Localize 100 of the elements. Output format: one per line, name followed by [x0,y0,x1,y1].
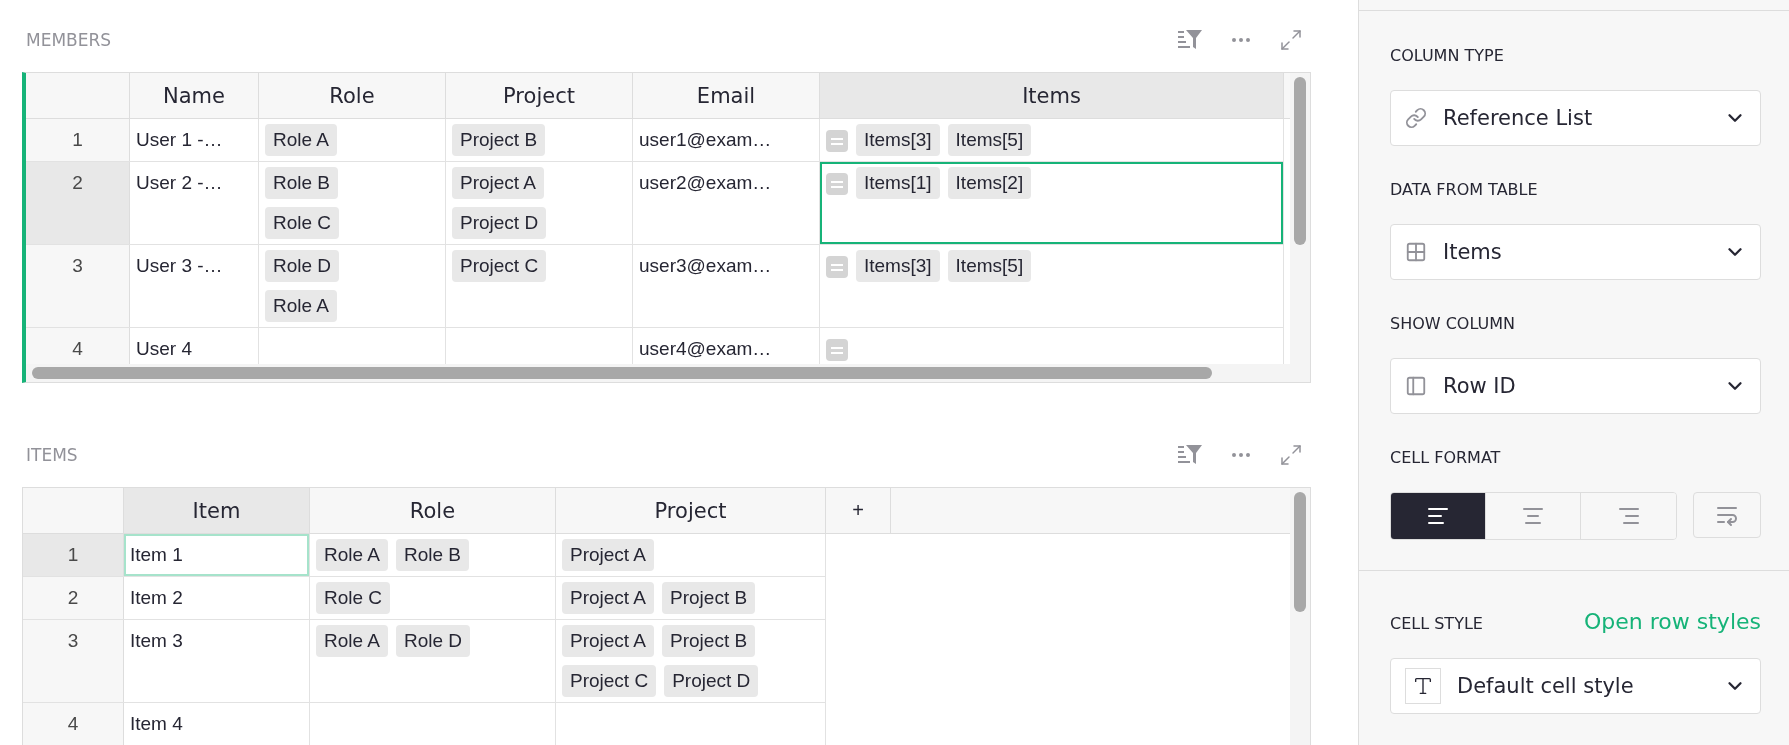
cell-text: Item 3 [130,629,183,653]
reference-chip: Items[3] [856,250,940,282]
table-cell[interactable]: Role B Role C [259,162,446,244]
reference-chip: Items[5] [947,124,1032,156]
reference-list-icon [826,173,848,195]
reference-chip: Project B [452,124,546,156]
table-icon [1405,241,1427,263]
table-cell[interactable]: Project B [446,119,633,161]
alignment-control[interactable] [1390,492,1677,540]
reference-chip: Project B [662,625,756,657]
reference-chip: Role D [265,250,340,282]
column-header[interactable]: Items [820,73,1284,118]
cursor-cell[interactable]: Item 1 [124,534,310,576]
table-cell[interactable]: Role D Role A [259,245,446,327]
table-cell[interactable]: Item 4 [124,703,310,745]
table-cell[interactable]: User 3 -… [130,245,259,327]
reference-chip: Role A [265,290,337,322]
column-icon [1405,375,1427,397]
reference-chip: Role A [265,124,337,156]
cell-text: user4@exam… [639,337,772,361]
table-cell[interactable]: Role A [259,119,446,161]
table-cell[interactable]: Project A Project D [446,162,633,244]
row-number[interactable]: 2 [23,577,124,619]
sort-filter-icon[interactable] [1177,443,1203,467]
table-cell[interactable]: Item 3 [124,620,310,702]
table-cell[interactable]: Project A Project B Project C Project D [556,620,826,702]
cell-text: User 2 -… [136,171,223,195]
reference-chip: Project C [562,665,657,697]
table-cell[interactable]: user3@exam… [633,245,820,327]
reference-chip: Project D [452,207,547,239]
vertical-scrollbar[interactable] [1290,488,1310,745]
cell-text: user2@exam… [639,171,772,195]
cell-text: Item 2 [130,586,183,610]
reference-chip: Project A [452,167,545,199]
reference-chip: Role B [265,167,339,199]
horizontal-scrollbar[interactable] [26,364,1290,382]
table-cell[interactable]: user1@exam… [633,119,820,161]
row-number[interactable]: 4 [23,703,124,745]
section-title: MEMBERS [26,30,112,50]
cell-text: user1@exam… [639,128,772,152]
field-label: CELL FORMAT [1390,448,1502,468]
reference-list-icon [826,130,848,152]
row-number[interactable]: 2 [26,162,130,244]
cell-style-dropdown[interactable]: Default cell style [1390,658,1761,714]
show-column-dropdown[interactable]: Row ID [1390,358,1761,414]
text-style-icon [1405,668,1441,704]
cell-text: User 1 -… [136,128,223,152]
vertical-scrollbar[interactable] [1290,73,1310,382]
reference-chip: Project A [562,539,655,571]
table-cell[interactable]: Role A Role B [310,534,556,576]
reference-chip: Role C [265,207,340,239]
table-cell[interactable]: Project A [556,534,826,576]
align-left-button[interactable] [1391,493,1486,539]
reference-list-icon [826,256,848,278]
reference-chip: Role A [316,625,388,657]
row-number[interactable]: 1 [26,119,130,161]
field-label: CELL STYLE [1390,614,1483,634]
expand-icon[interactable] [1279,443,1303,467]
reference-chip: Items[1] [856,167,940,199]
section-title: ITEMS [26,445,78,465]
table-cell[interactable]: user2@exam… [633,162,820,244]
table-cell[interactable]: Items[3] Items[5] [820,119,1284,161]
cursor-cell[interactable]: Items[1] Items[2] [820,162,1284,244]
reference-chip: Items[3] [856,124,940,156]
table-cell[interactable]: User 2 -… [130,162,259,244]
reference-list-icon [826,339,848,361]
reference-chip: Items[2] [947,167,1032,199]
link-icon [1405,107,1427,129]
sort-filter-icon[interactable] [1177,28,1203,52]
table-cell[interactable]: Role C [310,577,556,619]
reference-chip: Project A [562,582,655,614]
table-cell[interactable]: User 1 -… [130,119,259,161]
wrap-text-button[interactable] [1693,492,1761,538]
table-cell[interactable]: Item 2 [124,577,310,619]
expand-icon[interactable] [1279,28,1303,52]
column-header[interactable]: Item [124,488,310,533]
table-cell[interactable]: Project C [446,245,633,327]
cell-text: Item 1 [130,543,183,567]
row-number[interactable]: 3 [23,620,124,702]
cell-text: Item 4 [130,712,183,736]
field-label: COLUMN TYPE [1390,46,1505,66]
reference-chip: Project D [664,665,759,697]
reference-chip: Project A [562,625,655,657]
row-number[interactable]: 1 [23,534,124,576]
row-number[interactable]: 3 [26,245,130,327]
reference-chip: Role A [316,539,388,571]
table-cell[interactable]: Role A Role D [310,620,556,702]
cell-text: User 4 [136,337,192,361]
table-cell[interactable]: Project A Project B [556,577,826,619]
reference-chip: Role C [316,582,391,614]
column-type-dropdown[interactable]: Reference List [1390,90,1761,146]
field-label: SHOW COLUMN [1390,314,1517,334]
table-cell[interactable]: Items[3] Items[5] [820,245,1284,327]
reference-chip: Role D [396,625,471,657]
table-dropdown[interactable]: Items [1390,224,1761,280]
reference-chip: Project C [452,250,547,282]
cell-text: User 3 -… [136,254,223,278]
row-number[interactable]: 4 [26,328,130,364]
reference-chip: Items[5] [947,250,1032,282]
reference-chip: Project B [662,582,756,614]
